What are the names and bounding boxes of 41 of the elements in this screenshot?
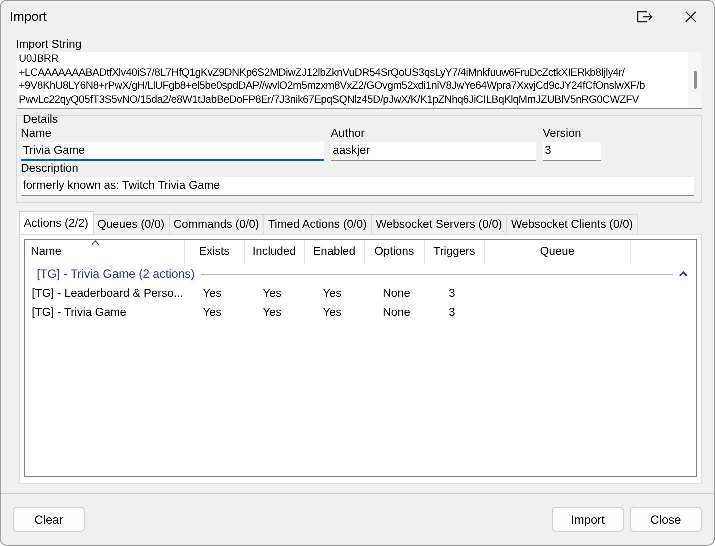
column-header[interactable]: Triggers — [425, 240, 485, 264]
tab[interactable]: Actions (2/2) — [19, 211, 94, 234]
column-header[interactable]: Exists — [185, 240, 245, 264]
tab[interactable]: Websocket Clients (0/0) — [506, 214, 638, 234]
close-button[interactable]: Close — [630, 507, 702, 532]
table-cell: 3 — [449, 288, 456, 300]
import-button[interactable]: Import — [552, 507, 624, 532]
table-cell: Yes — [203, 306, 222, 318]
collapse-chevron-icon[interactable] — [679, 271, 688, 277]
column-header[interactable]: Name — [25, 240, 185, 264]
table-cell: None — [383, 306, 410, 318]
sort-caret-icon — [91, 240, 100, 246]
table-cell: None — [383, 288, 410, 300]
name-field[interactable]: Trivia Game — [21, 142, 324, 161]
details-title: Details — [23, 114, 60, 126]
window-title: Import — [10, 9, 48, 24]
author-label: Author — [331, 128, 366, 140]
tab[interactable]: Queues (0/0) — [92, 214, 170, 234]
table-cell: Yes — [263, 306, 282, 318]
column-header[interactable]: Included — [245, 240, 305, 264]
table-cell: Yes — [323, 288, 342, 300]
description-label: Description — [21, 163, 80, 175]
description-field[interactable]: formerly known as: Twitch Trivia Game — [21, 177, 694, 196]
table-cell: Yes — [323, 306, 342, 318]
import-string-label: Import String — [16, 39, 83, 51]
version-label: Version — [543, 128, 582, 140]
author-field[interactable]: aaskjer — [331, 142, 536, 161]
name-label: Name — [21, 128, 53, 140]
version-field[interactable]: 3 — [543, 142, 601, 161]
group-header[interactable]: [TG] - Trivia Game (2 actions) — [37, 267, 196, 281]
import-string-field[interactable]: U0JBRR +LCAAAAAAABADtfXlv40iS7/8L7HfQ1gKvZ9DNKp6S2MDiwZJ12lbZknVuDR54SrQoUS3qsLyY7/4iMnkfuuw6FruDcZctkXIERkb8Ijly4r/ +9V8KhU8LY6N8+rPwX/gH/LlUFgb8+el5be0spdDAP//wvlO2m5mzxm8VxZ2/GOvgm52xdi1niV8JwYe64Wpra7XxvjCd9cJY24fCfOnslwXF/b PwvLc22qyQ05fT3S5vNO/15da2/e8W1tJabBeDoFP8Er/7J3nik67EpqSQNlz45D/pJwX/K/K1pZNhq6JiCILBqKlqMmJZUBlV5nRG0CWZFV — [17, 52, 702, 109]
scrollbar-thumb[interactable] — [694, 71, 696, 89]
table-cell: [TG] - Trivia Game — [32, 306, 127, 318]
column-header[interactable]: Queue — [485, 240, 631, 264]
table-cell: Yes — [203, 288, 222, 300]
column-header[interactable]: Enabled — [305, 240, 365, 264]
clear-button[interactable]: Clear — [13, 507, 85, 532]
table-cell: Yes — [263, 288, 282, 300]
column-header[interactable]: Options — [365, 240, 425, 264]
table-cell: [TG] - Leaderboard & Perso... — [32, 288, 184, 300]
table-cell: 3 — [449, 306, 456, 318]
